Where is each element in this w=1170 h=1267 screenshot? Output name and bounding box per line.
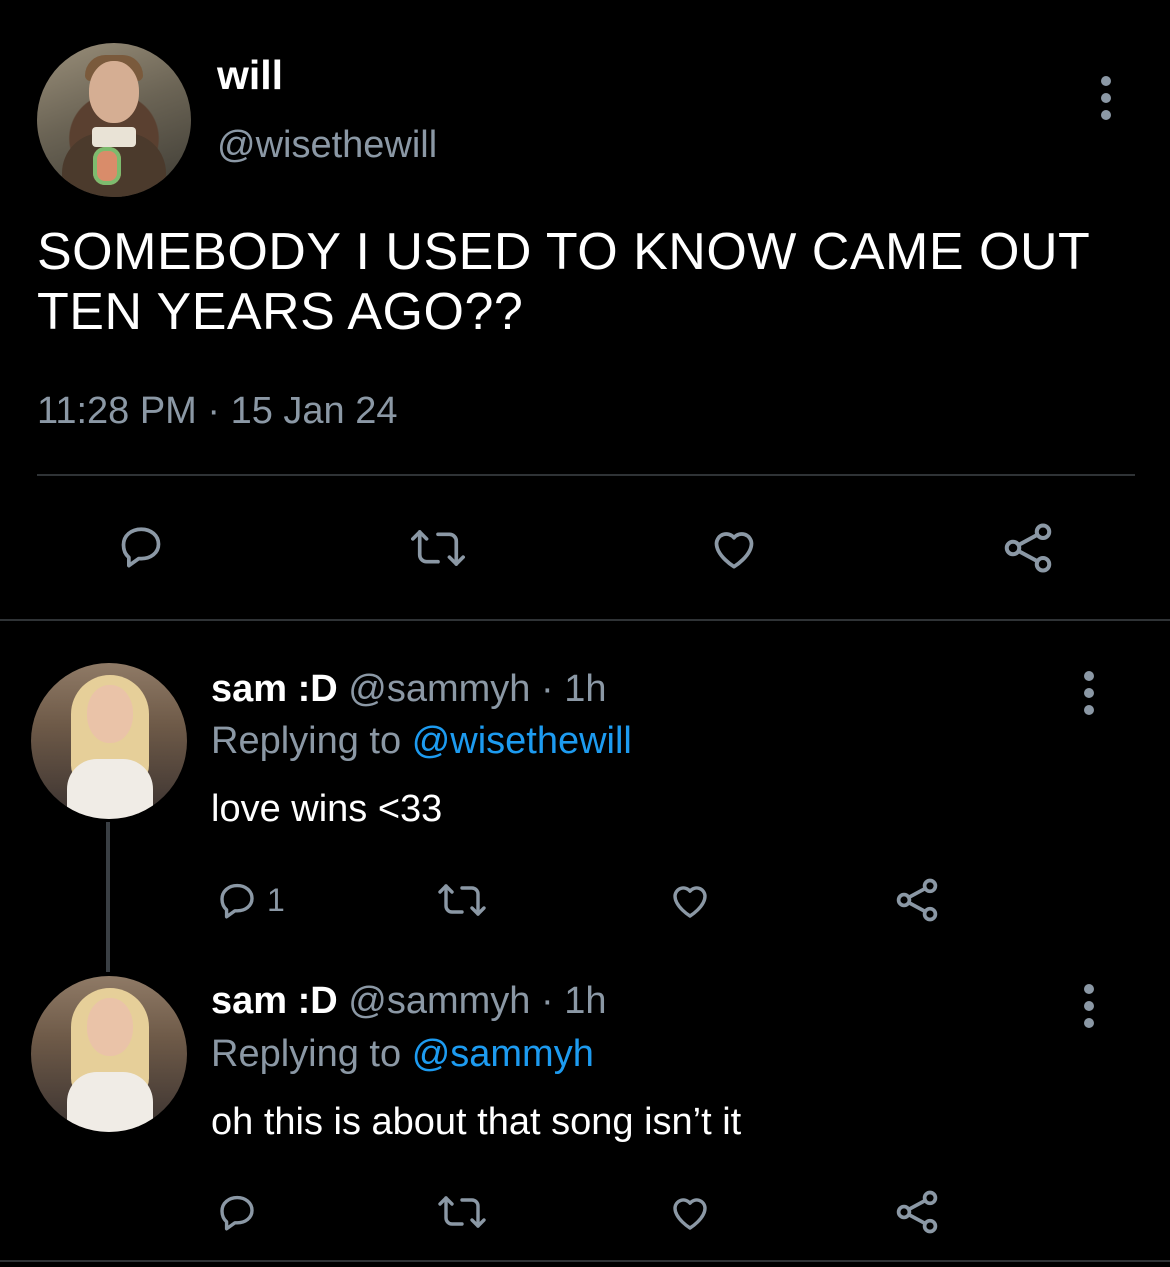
like-icon[interactable] [705,520,763,576]
avatar-face [87,685,133,743]
reply-author-name[interactable]: sam :D [211,980,338,1022]
reply-header: sam :D @sammyh · 1h [211,668,606,711]
avatar-face [87,998,133,1056]
reply-author-handle[interactable]: @sammyh [348,668,530,710]
reply-time: · 1h [541,980,607,1022]
tweet-text: SOMEBODY I USED TO KNOW CAME OUT TEN YEA… [37,223,1090,341]
divider [0,1260,1170,1262]
replying-to-label: Replying to [211,1033,402,1075]
retweet-icon[interactable] [433,876,491,924]
replying-to: Replying to @wisethewill [211,720,632,763]
replying-to: Replying to @sammyh [211,1033,594,1076]
author-handle[interactable]: @wisethewill [217,124,437,167]
more-options-icon[interactable] [1083,984,1095,1028]
retweet-icon[interactable] [433,1188,491,1236]
replying-to-mention[interactable]: @sammyh [412,1033,594,1075]
reply-author-handle[interactable]: @sammyh [348,980,530,1022]
reply-text: love wins <33 [211,788,443,830]
like-icon[interactable] [665,1188,715,1236]
reply-count: 1 [267,881,285,918]
like-icon[interactable] [665,876,715,924]
reply-header: sam :D @sammyh · 1h [211,980,606,1023]
more-options-icon[interactable] [1100,76,1112,120]
avatar-cookie [93,147,121,185]
more-options-icon[interactable] [1083,671,1095,715]
tweet-timestamp: 11:28 PM · 15 Jan 24 [37,390,398,432]
reply-icon[interactable] [213,1188,261,1236]
avatar-collar [92,127,136,147]
share-icon[interactable] [891,874,943,926]
tweet-thread: will @wisethewill SOMEBODY I USED TO KNO… [0,0,1170,1267]
reply-author-name[interactable]: sam :D [211,668,338,710]
reply-icon[interactable] [113,518,169,574]
divider [37,474,1135,476]
reply-icon[interactable]: 1 [213,876,285,924]
retweet-icon[interactable] [406,520,470,576]
share-icon[interactable] [998,518,1058,578]
replying-to-label: Replying to [211,720,402,762]
reply-avatar[interactable] [31,976,187,1132]
reply-text: oh this is about that song isn’t it [211,1101,742,1143]
avatar-face [89,61,139,123]
divider [0,619,1170,621]
author-name[interactable]: will [217,52,283,99]
reply-time: · 1h [541,668,607,710]
thread-connector [106,822,110,972]
share-icon[interactable] [891,1186,943,1238]
avatar-shirt [67,759,153,819]
reply-avatar[interactable] [31,663,187,819]
replying-to-mention[interactable]: @wisethewill [412,720,632,762]
avatar-shirt [67,1072,153,1132]
avatar[interactable] [37,43,191,197]
